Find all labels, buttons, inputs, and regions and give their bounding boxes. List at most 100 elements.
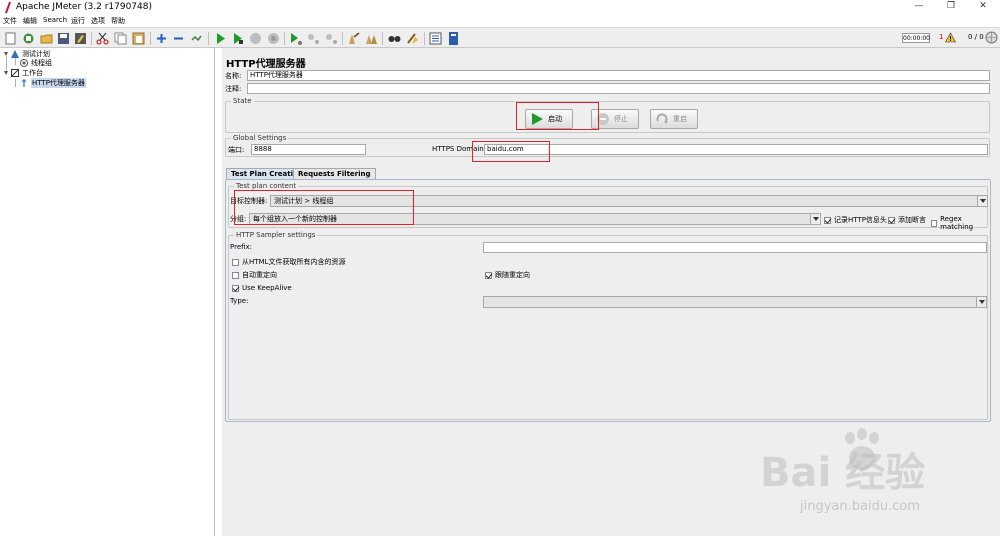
comment-label: 注释: — [225, 85, 242, 93]
menu-search[interactable]: Search — [43, 16, 67, 24]
prefix-field[interactable] — [483, 242, 987, 253]
maximize-button[interactable]: ❐ — [937, 1, 965, 14]
grouping-select[interactable]: 每个组放入一个新的控制器 — [249, 213, 821, 225]
remote-start-icon[interactable] — [288, 31, 303, 46]
copy-icon[interactable] — [113, 31, 128, 46]
remote-globe-icon[interactable] — [985, 31, 998, 44]
new-icon[interactable] — [3, 31, 18, 46]
https-domains-field[interactable]: baidu.com — [484, 144, 988, 155]
auto-redirect-label: 自动重定向 — [242, 271, 277, 279]
stop-icon — [597, 113, 609, 125]
paste-icon[interactable] — [131, 31, 146, 46]
save-as-icon[interactable] — [73, 31, 88, 46]
toolbar-separator — [150, 32, 151, 45]
baidu-jingyan-url: jingyan.baidu.com — [800, 499, 920, 514]
menu-file[interactable]: 文件 — [3, 16, 17, 26]
toolbar-separator — [342, 32, 343, 45]
expand-all-icon[interactable] — [154, 31, 169, 46]
follow-redirects-checkbox[interactable]: 跟随重定向 — [485, 270, 530, 280]
menu-run[interactable]: 运行 — [71, 16, 85, 26]
tree-item-label: 线程组 — [31, 59, 52, 67]
cut-icon[interactable] — [95, 31, 110, 46]
tree-item-http-proxy[interactable]: HTTP代理服务器 — [20, 78, 86, 88]
menu-help[interactable]: 帮助 — [111, 16, 125, 26]
proxy-icon — [22, 79, 26, 87]
remote-shutdown-icon[interactable] — [324, 31, 339, 46]
grouping-label: 分组: — [230, 215, 247, 223]
tab-content: Test plan content 目标控制器: 测试计划 > 线程组 分组: … — [225, 179, 991, 422]
page-title: HTTP代理服务器 — [226, 59, 306, 70]
clear-all-icon[interactable] — [364, 31, 379, 46]
remote-stop-icon[interactable] — [306, 31, 321, 46]
menu-bar: 文件 编辑 Search 运行 选项 帮助 — [0, 15, 1000, 27]
help-icon[interactable] — [446, 31, 461, 46]
minimize-button[interactable]: — — [905, 1, 933, 14]
open-icon[interactable] — [39, 31, 54, 46]
svg-text:jingyan.baidu.com: jingyan.baidu.com — [800, 499, 920, 514]
target-controller-select[interactable]: 测试计划 > 线程组 — [270, 195, 988, 207]
tree-connector — [15, 58, 16, 65]
test-plan-content-title: Test plan content — [234, 182, 299, 190]
toolbar: 00:00:00 1 0 / 0 — [0, 27, 1000, 48]
checkbox-box[interactable] — [824, 216, 831, 224]
start-no-pauses-icon[interactable] — [230, 31, 245, 46]
stop-proxy-button[interactable]: 停止 — [591, 109, 639, 129]
state-group-title: State — [231, 97, 254, 105]
toolbar-separator — [91, 32, 92, 45]
type-select[interactable] — [483, 296, 987, 308]
follow-redirects-label: 跟随重定向 — [495, 271, 530, 279]
global-settings-group: Global Settings 端口: 8888 HTTPS Domains :… — [225, 134, 990, 157]
tree-expand-icon[interactable] — [3, 51, 9, 57]
test-plan-content-group: Test plan content 目标控制器: 测试计划 > 线程组 分组: … — [228, 182, 988, 231]
tree-item-workbench[interactable]: 工作台 — [3, 68, 43, 78]
keepalive-checkbox[interactable]: Use KeepAlive — [232, 284, 292, 292]
clear-icon[interactable] — [346, 31, 361, 46]
regex-matching-checkbox[interactable]: Regex matching — [931, 215, 987, 231]
type-label: Type: — [230, 297, 249, 305]
checkbox-box[interactable] — [232, 258, 239, 266]
checkbox-box[interactable] — [485, 271, 492, 279]
baidu-jingyan-wordmark: Bai 经验 — [760, 450, 925, 496]
auto-redirect-checkbox[interactable]: 自动重定向 — [232, 270, 277, 280]
restart-proxy-button[interactable]: 重启 — [650, 109, 698, 129]
add-assertions-checkbox[interactable]: 添加断言 — [888, 215, 926, 225]
templates-icon[interactable] — [21, 31, 36, 46]
baidu-paw-logo — [845, 428, 879, 470]
function-helper-icon[interactable] — [428, 31, 443, 46]
tab-requests-filtering[interactable]: Requests Filtering — [293, 168, 376, 179]
menu-edit[interactable]: 编辑 — [23, 16, 37, 26]
name-label: 名称: — [225, 72, 242, 80]
workbench-icon — [11, 69, 19, 77]
stop-icon[interactable] — [248, 31, 263, 46]
checkbox-box[interactable] — [931, 219, 938, 227]
save-icon[interactable] — [56, 31, 71, 46]
menu-options[interactable]: 选项 — [91, 16, 105, 26]
start-icon[interactable] — [213, 31, 228, 46]
warning-icon[interactable] — [945, 32, 956, 43]
test-plan-icon — [11, 50, 19, 58]
checkbox-box[interactable] — [232, 271, 239, 279]
state-group: State 启动 停止 重启 — [225, 97, 990, 133]
comment-field[interactable] — [247, 83, 990, 94]
toolbar-separator — [382, 32, 383, 45]
reset-search-icon[interactable] — [405, 31, 420, 46]
active-threads: 0 / 0 — [968, 33, 984, 41]
retrieve-resources-checkbox[interactable]: 从HTML文件获取所有内含的资源 — [232, 257, 345, 267]
tree-item-thread-group[interactable]: 线程组 — [20, 58, 52, 68]
collapse-all-icon[interactable] — [171, 31, 186, 46]
name-field[interactable]: HTTP代理服务器 — [247, 70, 990, 81]
tree-expand-icon[interactable] — [3, 70, 9, 76]
search-icon[interactable] — [387, 31, 402, 46]
prefix-label: Prefix: — [230, 243, 253, 251]
shutdown-icon[interactable] — [266, 31, 281, 46]
toggle-icon[interactable] — [189, 31, 204, 46]
toolbar-separator — [284, 32, 285, 45]
port-field[interactable]: 8888 — [251, 144, 366, 155]
checkbox-box[interactable] — [232, 284, 239, 292]
checkbox-box[interactable] — [888, 216, 895, 224]
start-proxy-button[interactable]: 启动 — [525, 109, 573, 129]
chevron-down-icon — [976, 297, 986, 307]
restart-icon — [656, 113, 668, 124]
record-headers-checkbox[interactable]: 记录HTTP信息头 — [824, 215, 887, 225]
close-button[interactable]: ✕ — [969, 1, 997, 14]
